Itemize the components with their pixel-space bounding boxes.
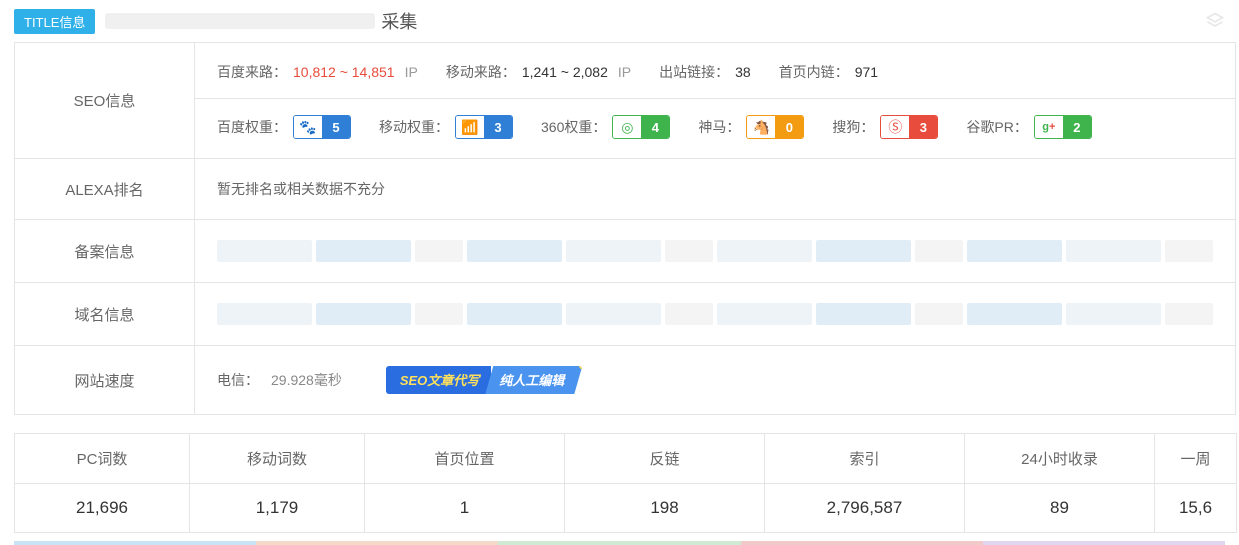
domain-label-cell: 域名信息 bbox=[15, 283, 195, 346]
seo-label: SEO信息 bbox=[74, 93, 136, 110]
val-24h[interactable]: 89 bbox=[965, 484, 1155, 533]
shenma-icon: 🐴 bbox=[747, 116, 775, 138]
seo-label-cell: SEO信息 bbox=[15, 43, 195, 159]
val-mob[interactable]: 1,179 bbox=[190, 484, 365, 533]
hdr-back: 反链 bbox=[565, 434, 765, 484]
speed-value: 29.928毫秒 bbox=[271, 370, 342, 390]
alexa-value-row: 暂无排名或相关数据不充分 bbox=[195, 159, 1235, 219]
sogou-weight-value: 3 bbox=[909, 116, 937, 138]
s360-icon: ◎ bbox=[613, 116, 641, 138]
hdr-home: 首页位置 bbox=[365, 434, 565, 484]
stats-table: PC词数 移动词数 首页位置 反链 索引 24小时收录 一周 21,696 1,… bbox=[14, 433, 1237, 533]
s360-weight-badge[interactable]: ◎ 4 bbox=[612, 115, 670, 139]
beian-content-cell bbox=[195, 220, 1236, 283]
speed-label: 网站速度 bbox=[74, 373, 134, 390]
mobile-weight-badge[interactable]: 📶 3 bbox=[455, 115, 513, 139]
sogou-weight-badge[interactable]: Ⓢ 3 bbox=[880, 115, 938, 139]
sogou-weight-label: 搜狗 bbox=[832, 117, 874, 137]
alexa-value: 暂无排名或相关数据不充分 bbox=[217, 179, 385, 199]
beian-redacted bbox=[217, 240, 1213, 262]
outbound-links: 出站链接 38 bbox=[659, 62, 751, 82]
domain-label: 域名信息 bbox=[74, 307, 134, 324]
hdr-24h: 24小时收录 bbox=[965, 434, 1155, 484]
val-home[interactable]: 1 bbox=[365, 484, 565, 533]
bottom-color-strip bbox=[14, 541, 1225, 545]
info-table: SEO信息 百度来路 10,812 ~ 14,851 IP 移动来路 1,241… bbox=[14, 42, 1236, 415]
s360-weight-value: 4 bbox=[641, 116, 669, 138]
mobile-traffic-unit: IP bbox=[618, 64, 631, 80]
seo-ad-banner[interactable]: SEO文章代写 纯人工编辑 bbox=[386, 366, 582, 394]
homepage-links-value[interactable]: 971 bbox=[855, 64, 878, 80]
mobile-traffic-value[interactable]: 1,241 ~ 2,082 bbox=[522, 64, 608, 80]
google-pr-label: 谷歌PR bbox=[966, 117, 1027, 137]
mobile-icon: 📶 bbox=[456, 116, 484, 138]
val-week[interactable]: 15,6 bbox=[1155, 484, 1237, 533]
shenma-weight-value: 0 bbox=[775, 116, 803, 138]
speed-content-cell: 电信 29.928毫秒 SEO文章代写 纯人工编辑 bbox=[195, 346, 1236, 415]
s360-weight-label: 360权重 bbox=[541, 117, 606, 137]
beian-label-cell: 备案信息 bbox=[15, 220, 195, 283]
homepage-links: 首页内链 971 bbox=[779, 62, 878, 82]
hdr-mob: 移动词数 bbox=[190, 434, 365, 484]
dot-icon bbox=[579, 366, 582, 369]
s360-weight: 360权重 ◎ 4 bbox=[541, 115, 670, 139]
sogou-icon: Ⓢ bbox=[881, 116, 909, 138]
domain-value-row bbox=[195, 283, 1235, 345]
mobile-traffic-label: 移动来路 bbox=[446, 62, 516, 82]
domain-content-cell bbox=[195, 283, 1236, 346]
val-back[interactable]: 198 bbox=[565, 484, 765, 533]
baidu-weight-label: 百度权重 bbox=[217, 117, 287, 137]
domain-redacted bbox=[217, 303, 1213, 325]
layers-icon[interactable] bbox=[1205, 11, 1225, 31]
seo-content-cell: 百度来路 10,812 ~ 14,851 IP 移动来路 1,241 ~ 2,0… bbox=[195, 43, 1236, 159]
alexa-content-cell: 暂无排名或相关数据不充分 bbox=[195, 159, 1236, 220]
title-redacted bbox=[105, 13, 375, 29]
title-badge: TITLE信息 bbox=[14, 9, 95, 34]
page-title: 采集 bbox=[105, 8, 417, 34]
outbound-links-value[interactable]: 38 bbox=[735, 64, 751, 80]
beian-value-row bbox=[195, 220, 1235, 282]
shenma-weight: 神马 🐴 0 bbox=[698, 115, 804, 139]
google-pr-badge[interactable]: g+ 2 bbox=[1034, 115, 1092, 139]
baidu-traffic-label: 百度来路 bbox=[217, 62, 287, 82]
mobile-weight: 移动权重 📶 3 bbox=[379, 115, 513, 139]
mobile-weight-label: 移动权重 bbox=[379, 117, 449, 137]
hdr-index: 索引 bbox=[765, 434, 965, 484]
seo-ad-banner-a: SEO文章代写 bbox=[386, 366, 491, 394]
stats-value-row: 21,696 1,179 1 198 2,796,587 89 15,6 bbox=[15, 484, 1237, 533]
alexa-label: ALEXA排名 bbox=[65, 182, 143, 199]
val-index[interactable]: 2,796,587 bbox=[765, 484, 965, 533]
seo-ad-banner-b: 纯人工编辑 bbox=[485, 366, 582, 394]
google-pr-value: 2 bbox=[1063, 116, 1091, 138]
sogou-weight: 搜狗 Ⓢ 3 bbox=[832, 115, 938, 139]
seo-weights-row: 百度权重 🐾 5 移动权重 📶 3 360权重 ◎ bbox=[195, 99, 1235, 155]
outbound-links-label: 出站链接 bbox=[659, 62, 729, 82]
speed-isp-label: 电信 bbox=[217, 370, 259, 390]
mobile-weight-value: 3 bbox=[484, 116, 512, 138]
hdr-week: 一周 bbox=[1155, 434, 1237, 484]
baidu-traffic-unit: IP bbox=[405, 64, 418, 80]
shenma-weight-badge[interactable]: 🐴 0 bbox=[746, 115, 804, 139]
baidu-paw-icon: 🐾 bbox=[294, 116, 322, 138]
mobile-traffic: 移动来路 1,241 ~ 2,082 IP bbox=[446, 62, 631, 82]
baidu-weight-value: 5 bbox=[322, 116, 350, 138]
stats-header-row: PC词数 移动词数 首页位置 反链 索引 24小时收录 一周 bbox=[15, 434, 1237, 484]
baidu-traffic: 百度来路 10,812 ~ 14,851 IP bbox=[217, 62, 418, 82]
homepage-links-label: 首页内链 bbox=[779, 62, 849, 82]
val-pc[interactable]: 21,696 bbox=[15, 484, 190, 533]
alexa-label-cell: ALEXA排名 bbox=[15, 159, 195, 220]
shenma-weight-label: 神马 bbox=[698, 117, 740, 137]
hdr-pc: PC词数 bbox=[15, 434, 190, 484]
baidu-weight-badge[interactable]: 🐾 5 bbox=[293, 115, 351, 139]
google-pr: 谷歌PR g+ 2 bbox=[966, 115, 1091, 139]
seo-traffic-row: 百度来路 10,812 ~ 14,851 IP 移动来路 1,241 ~ 2,0… bbox=[195, 46, 1235, 99]
baidu-weight: 百度权重 🐾 5 bbox=[217, 115, 351, 139]
beian-label: 备案信息 bbox=[74, 244, 134, 261]
baidu-traffic-value[interactable]: 10,812 ~ 14,851 bbox=[293, 64, 395, 80]
title-suffix: 采集 bbox=[381, 8, 417, 34]
speed-label-cell: 网站速度 bbox=[15, 346, 195, 415]
speed-value-row: 电信 29.928毫秒 SEO文章代写 纯人工编辑 bbox=[195, 346, 1235, 414]
top-bar: TITLE信息 采集 bbox=[0, 0, 1239, 42]
google-icon: g+ bbox=[1035, 116, 1063, 138]
